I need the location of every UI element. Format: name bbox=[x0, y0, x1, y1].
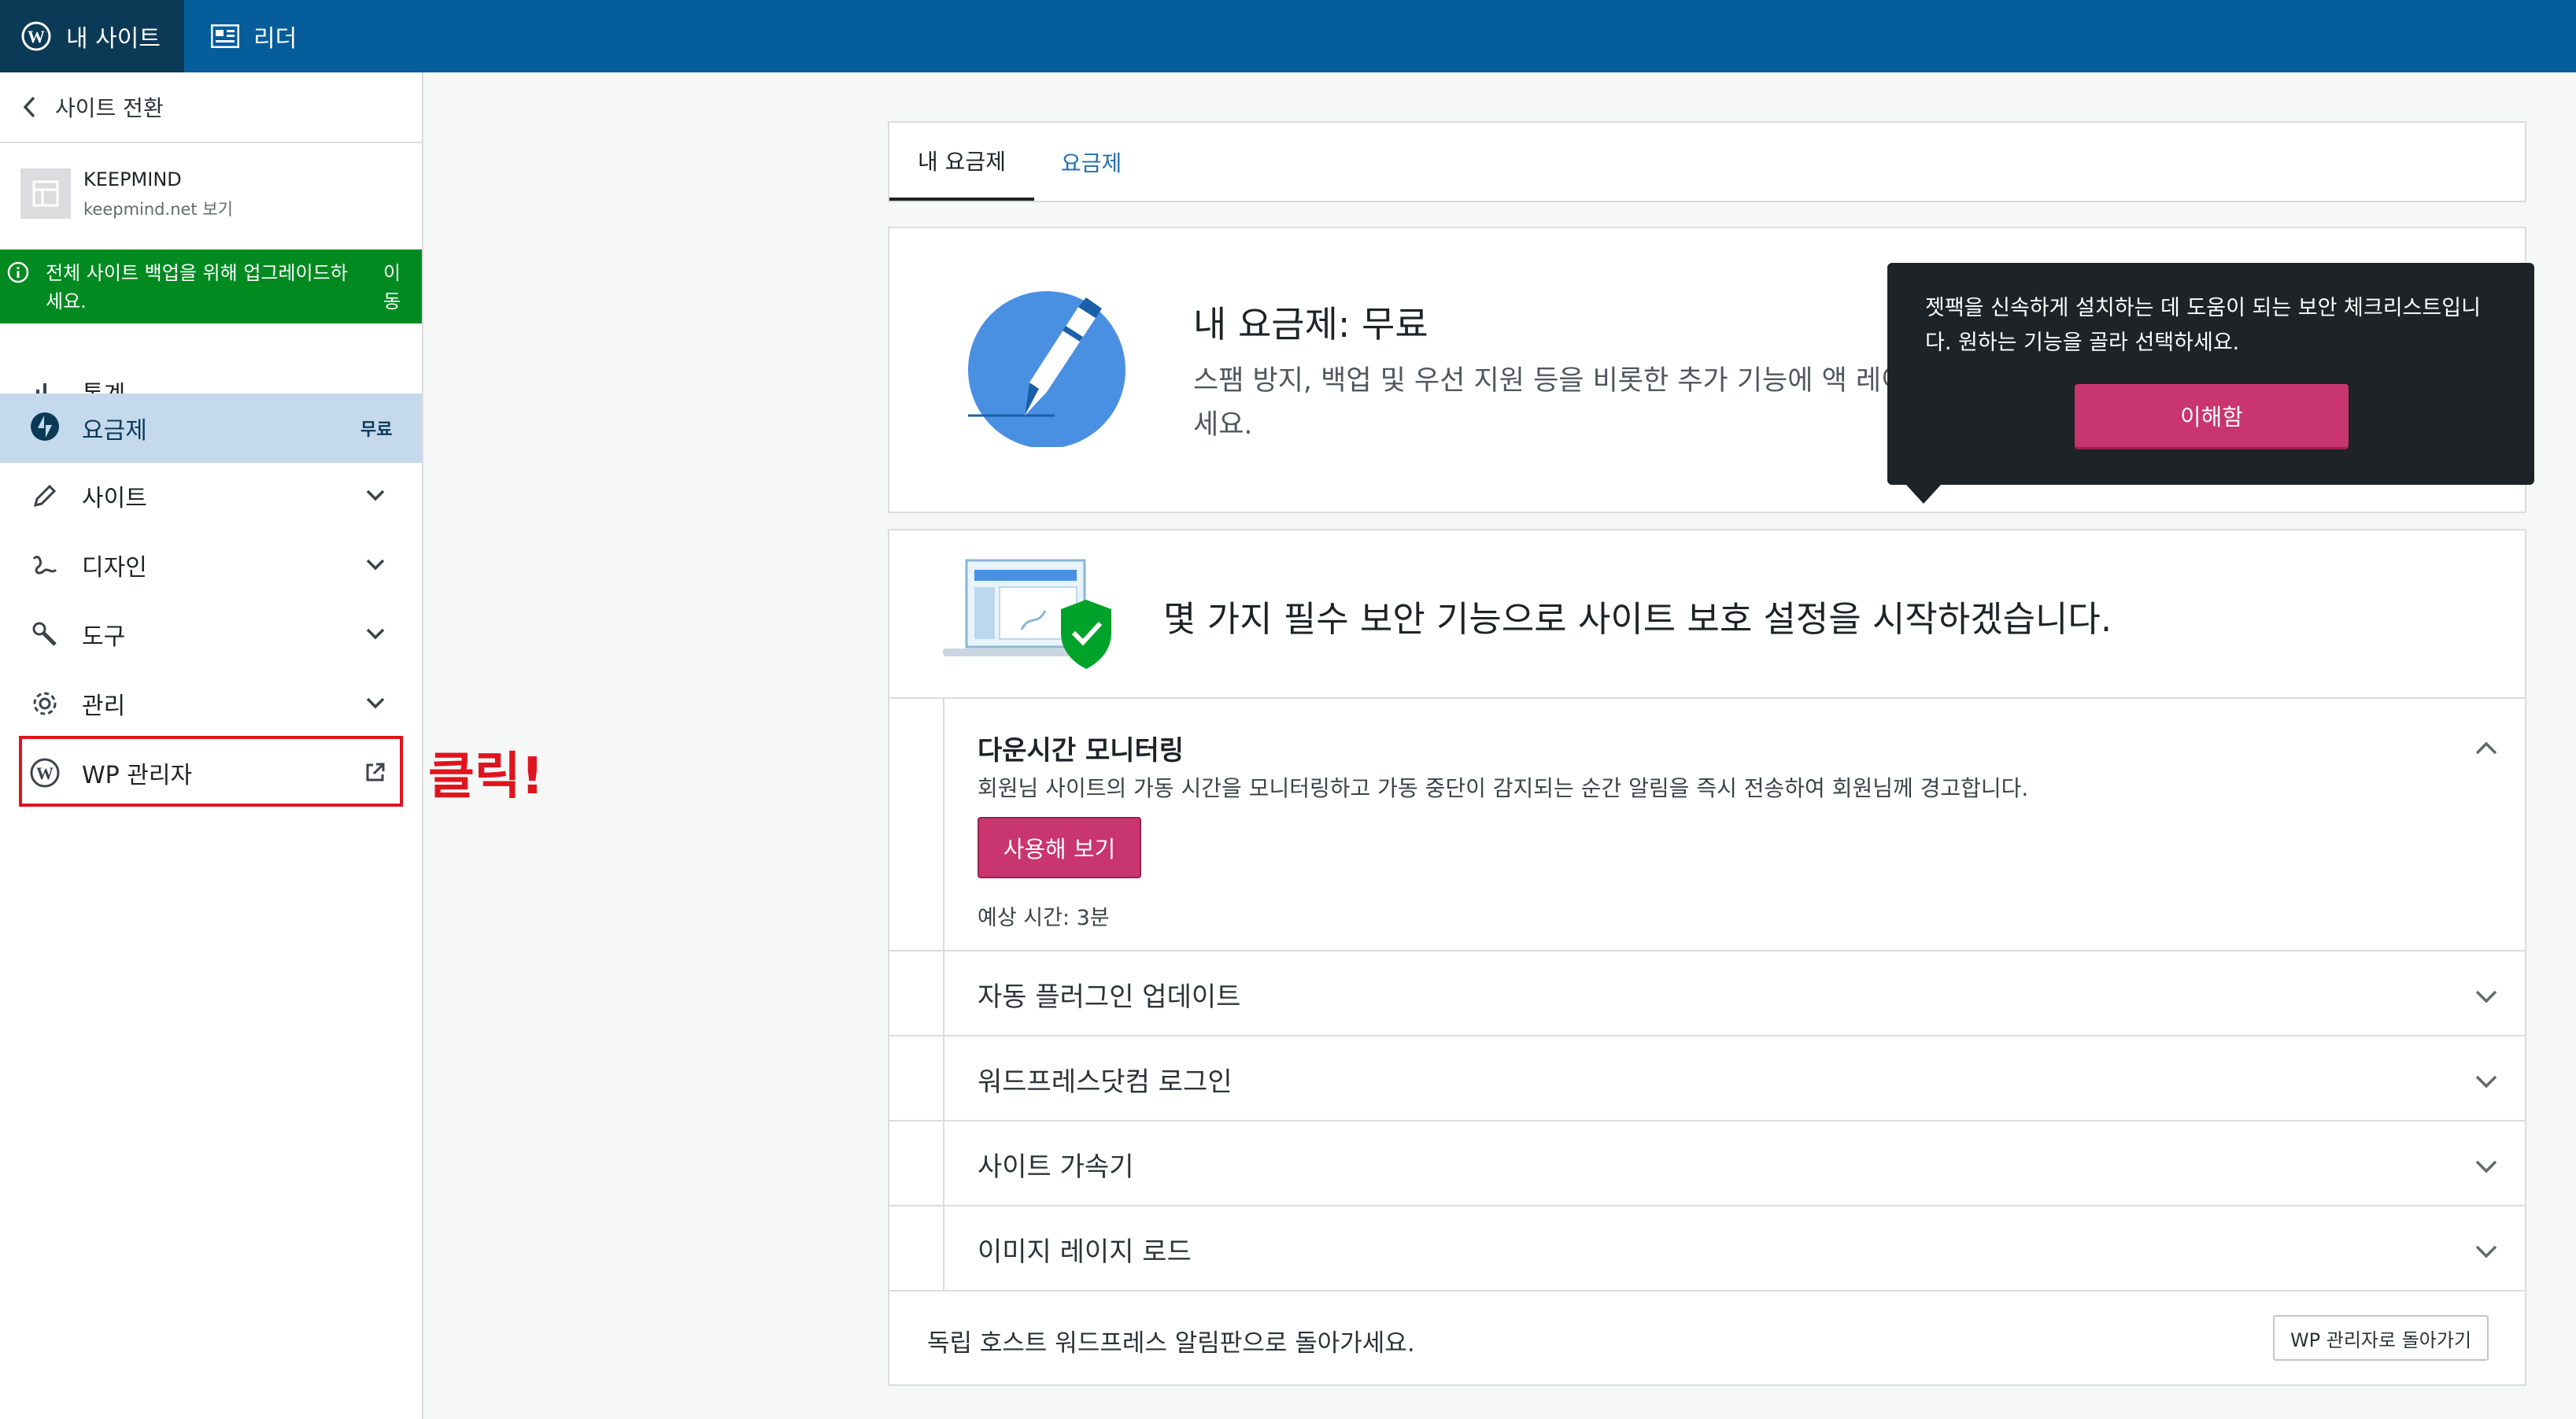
task-auto-plugin-updates[interactable]: 자동 플러그인 업데이트 bbox=[889, 952, 2525, 1037]
task-lazy-images[interactable]: 이미지 레이지 로드 bbox=[889, 1207, 2525, 1292]
sidebar-item-label: 도구 bbox=[82, 623, 126, 651]
plan-description: 스팸 방지, 백업 및 우선 지원 등을 비롯한 추가 기능에 액 레이드하세요… bbox=[1193, 365, 1957, 441]
task-title: 사이트 가속기 bbox=[978, 1151, 1134, 1183]
footer-text: 독립 호스트 워드프레스 알림판으로 돌아가세요. bbox=[927, 1329, 1415, 1358]
chevron-down-icon bbox=[2473, 1068, 2500, 1098]
reader-label: 리더 bbox=[253, 25, 298, 53]
task-title: 이미지 레이지 로드 bbox=[978, 1236, 1192, 1268]
jetpack-icon bbox=[28, 410, 61, 443]
my-sites-label: 내 사이트 bbox=[66, 25, 161, 53]
chevron-up-icon[interactable] bbox=[2473, 735, 2500, 765]
tooltip-text: 젯팩을 신속하게 설치하는 데 도움이 되는 보안 체크리스트입니다. 원하는 … bbox=[1925, 296, 2481, 355]
task-site-accelerator[interactable]: 사이트 가속기 bbox=[889, 1122, 2525, 1207]
site-placeholder-icon bbox=[20, 168, 71, 219]
security-checklist-tooltip: 젯팩을 신속하게 설치하는 데 도움이 되는 보안 체크리스트입니다. 원하는 … bbox=[1887, 263, 2534, 504]
estimated-time: 예상 시간: 3분 bbox=[978, 906, 1110, 930]
upgrade-nudge-action[interactable]: 이동 bbox=[383, 259, 401, 316]
checklist-header: 몇 가지 필수 보안 기능으로 사이트 보호 설정을 시작하겠습니다. bbox=[889, 530, 2525, 699]
security-checklist: 몇 가지 필수 보안 기능으로 사이트 보호 설정을 시작하겠습니다. 다운시간… bbox=[888, 529, 2526, 1386]
task-rail bbox=[943, 952, 944, 1035]
wp-admin-highlight-box bbox=[19, 736, 403, 807]
wrench-icon bbox=[28, 618, 61, 651]
chevron-down-icon bbox=[2473, 983, 2500, 1013]
task-description: 회원님 사이트의 가동 시간을 모니터링하고 가동 중단이 감지되는 순간 알림… bbox=[978, 775, 2029, 801]
plan-pencil-illustration bbox=[968, 290, 1125, 450]
brush-icon bbox=[28, 549, 61, 582]
got-it-button[interactable]: 이해함 bbox=[2075, 384, 2349, 447]
sidebar-item-label: 사이트 bbox=[82, 485, 147, 512]
return-to-wp-admin-button[interactable]: WP 관리자로 돌아가기 bbox=[2273, 1315, 2489, 1361]
sidebar-item-plans[interactable]: 요금제 무료 bbox=[0, 394, 422, 463]
tab-my-plan[interactable]: 내 요금제 bbox=[889, 123, 1034, 201]
upgrade-nudge[interactable]: 전체 사이트 백업을 위해 업그레이드하세요. 이동 bbox=[0, 249, 422, 323]
gear-icon bbox=[28, 687, 61, 720]
task-rail bbox=[943, 1122, 944, 1205]
checklist-title: 몇 가지 필수 보안 기능으로 사이트 보호 설정을 시작하겠습니다. bbox=[1163, 598, 2112, 640]
task-rail bbox=[943, 1207, 944, 1290]
site-domain-link[interactable]: keepmind.net 보기 bbox=[83, 197, 233, 220]
reader-icon bbox=[211, 24, 239, 48]
sidebar-item-label: 디자인 bbox=[82, 554, 147, 582]
task-title: 다운시간 모니터링 bbox=[978, 735, 1185, 767]
switch-site-button[interactable]: 사이트 전환 bbox=[0, 72, 422, 143]
task-downtime-monitoring[interactable]: 다운시간 모니터링 회원님 사이트의 가동 시간을 모니터링하고 가동 중단이 … bbox=[889, 697, 2525, 952]
security-laptop-illustration bbox=[927, 551, 1132, 688]
chevron-down-icon bbox=[364, 622, 387, 652]
task-title: 워드프레스닷컴 로그인 bbox=[978, 1066, 1233, 1098]
tab-plans[interactable]: 요금제 bbox=[1061, 123, 1122, 201]
sidebar-item-tools[interactable]: 도구 bbox=[0, 601, 422, 667]
plan-badge: 무료 bbox=[360, 420, 393, 440]
sidebar-item-design[interactable]: 디자인 bbox=[0, 532, 422, 598]
chevron-down-icon bbox=[364, 691, 387, 721]
chevron-down-icon bbox=[2473, 1153, 2500, 1183]
sidebar-item-site[interactable]: 사이트 bbox=[0, 463, 422, 529]
switch-site-label: 사이트 전환 bbox=[55, 95, 164, 121]
sidebar-item-label: 요금제 bbox=[82, 417, 147, 445]
task-wpcom-login[interactable]: 워드프레스닷컴 로그인 bbox=[889, 1037, 2525, 1122]
task-title: 자동 플러그인 업데이트 bbox=[978, 981, 1241, 1013]
click-annotation: 클릭! bbox=[428, 748, 544, 806]
site-name: KEEPMIND bbox=[83, 168, 182, 190]
masterbar: W 내 사이트 리더 bbox=[0, 0, 2576, 72]
svg-text:W: W bbox=[28, 27, 45, 46]
chevron-down-icon bbox=[364, 552, 387, 582]
info-icon bbox=[6, 261, 30, 289]
sidebar-item-label: 관리 bbox=[82, 693, 126, 720]
chevron-left-icon bbox=[22, 95, 36, 119]
wordpress-icon: W bbox=[20, 20, 52, 52]
sidebar-item-manage[interactable]: 관리 bbox=[0, 671, 422, 737]
try-it-button[interactable]: 사용해 보기 bbox=[978, 817, 1141, 878]
upgrade-nudge-text: 전체 사이트 백업을 위해 업그레이드하세요. bbox=[46, 262, 348, 312]
chevron-down-icon bbox=[2473, 1238, 2500, 1268]
pencil-icon bbox=[28, 479, 61, 512]
checklist-footer: 독립 호스트 워드프레스 알림판으로 돌아가세요. WP 관리자로 돌아가기 bbox=[889, 1292, 2525, 1384]
task-rail bbox=[943, 697, 944, 950]
plan-tabs: 내 요금제 요금제 bbox=[888, 121, 2526, 202]
chevron-down-icon bbox=[364, 483, 387, 513]
plan-title: 내 요금제: 무료 bbox=[1193, 303, 1428, 346]
reader-button[interactable]: 리더 bbox=[211, 0, 297, 72]
my-sites-button[interactable]: W 내 사이트 bbox=[0, 0, 184, 72]
task-rail bbox=[943, 1037, 944, 1120]
